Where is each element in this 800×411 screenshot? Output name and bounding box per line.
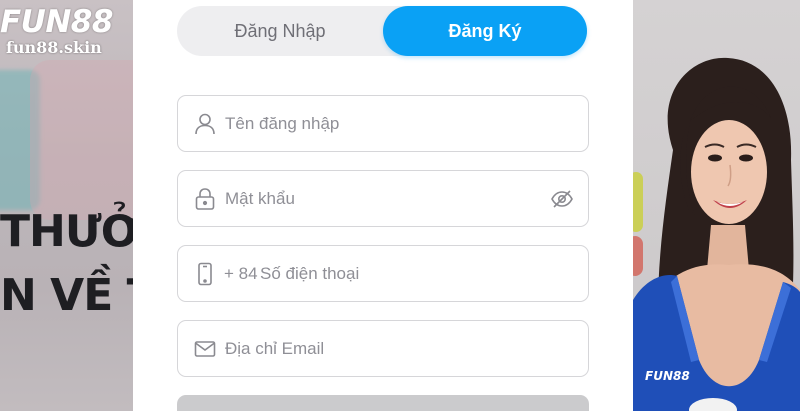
lock-icon	[195, 188, 215, 210]
submit-button[interactable]	[177, 395, 589, 411]
phone-field[interactable]: + 84	[177, 245, 589, 302]
password-field[interactable]	[177, 170, 589, 227]
background-left-panel: FUN88 fun88.skin THƯỞ N VỀ TA	[0, 0, 133, 411]
email-input[interactable]	[225, 321, 545, 376]
phone-country-code[interactable]: + 84	[224, 246, 258, 301]
password-input[interactable]	[225, 171, 545, 226]
brand-logo: FUN88	[0, 4, 113, 40]
banner-text-line: THƯỞ	[0, 206, 133, 257]
user-icon	[195, 113, 215, 135]
promo-model-image: FUN88	[633, 57, 800, 411]
background-right-panel: FUN88	[633, 0, 800, 411]
register-modal: Đăng Nhập Đăng Ký + 84	[133, 0, 633, 411]
tab-register[interactable]: Đăng Ký	[383, 6, 587, 56]
banner-text-line: N VỀ TA	[0, 270, 133, 321]
phone-input[interactable]	[260, 246, 540, 301]
svg-text:FUN88: FUN88	[645, 369, 690, 383]
username-input[interactable]	[225, 96, 545, 151]
email-field[interactable]	[177, 320, 589, 377]
mail-icon	[194, 341, 216, 357]
username-field[interactable]	[177, 95, 589, 152]
background-decoration	[30, 60, 133, 220]
brand-domain: fun88.skin	[6, 38, 102, 57]
eye-slash-icon[interactable]	[550, 187, 574, 211]
tab-login[interactable]: Đăng Nhập	[177, 6, 383, 56]
phone-icon	[198, 262, 212, 286]
auth-tab-switch: Đăng Nhập Đăng Ký	[177, 6, 587, 56]
